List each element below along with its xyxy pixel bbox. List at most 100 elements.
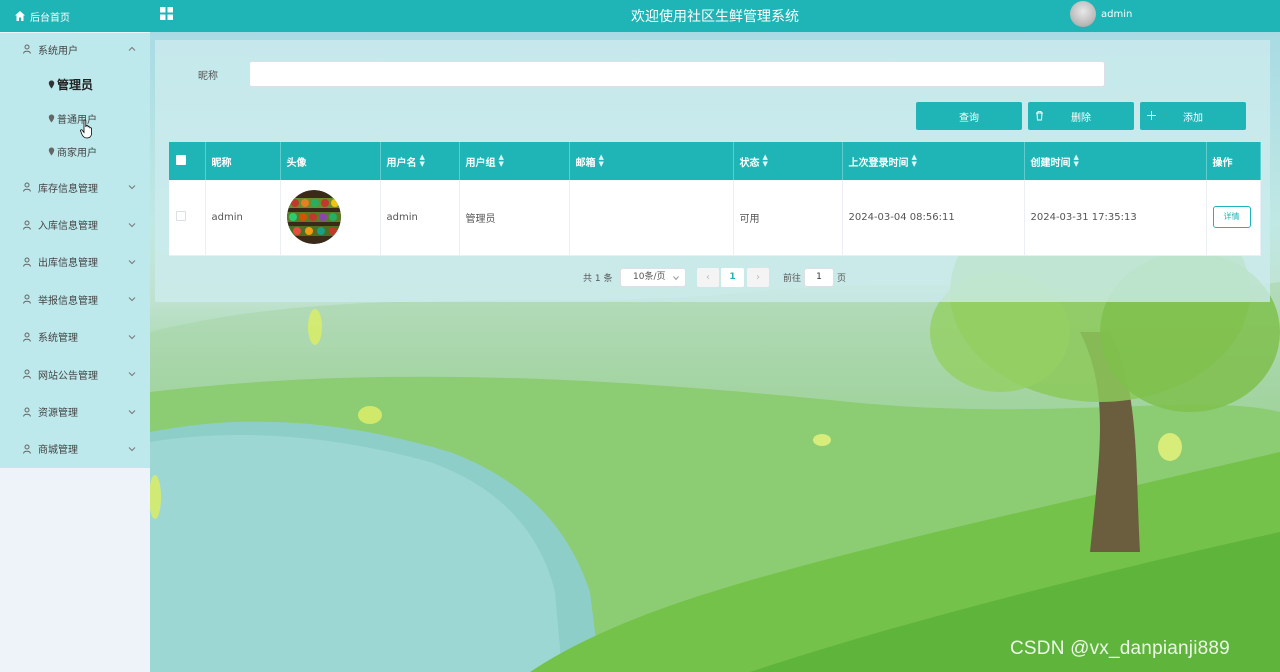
sort-icon[interactable]: ▲ ▼ — [912, 153, 917, 168]
sidebar-subitem-normal-user[interactable]: 普通用户 — [0, 102, 150, 136]
detail-button[interactable]: 详情 — [1212, 206, 1251, 229]
cell-email — [569, 180, 734, 256]
home-icon — [15, 11, 25, 21]
sidebar-item-reports[interactable]: 举报信息管理 — [0, 281, 150, 318]
user-icon — [23, 444, 31, 454]
sidebar-item-system[interactable]: 系统管理 — [0, 318, 150, 355]
chevron-down-icon — [128, 222, 136, 227]
sort-icon[interactable]: ▲ ▼ — [499, 153, 504, 168]
sort-icon[interactable]: ▲ ▼ — [420, 153, 425, 168]
user-icon — [23, 44, 31, 54]
sidebar-item-label: 举报信息管理 — [38, 295, 98, 307]
location-pin-icon — [48, 114, 55, 123]
column-header-email[interactable]: 邮箱▲ ▼ — [569, 142, 734, 180]
table-row: admin admin 管理员 可用 2024-03-04 08:56:11 2… — [169, 180, 1261, 256]
plus-icon — [1147, 111, 1156, 120]
chevron-down-icon — [128, 447, 136, 452]
sidebar-subitem-label: 管理员 — [57, 78, 94, 93]
sidebar-item-label: 资源管理 — [38, 408, 78, 420]
sidebar-item-label: 系统用户 — [38, 45, 78, 57]
query-label: 查询 — [959, 112, 979, 124]
page-suffix-label: 页 — [837, 274, 847, 284]
page-size-value: 10条/页 — [633, 272, 666, 282]
user-icon — [23, 332, 31, 342]
nickname-search-input[interactable] — [249, 61, 1105, 87]
sidebar-item-label: 入库信息管理 — [38, 221, 98, 233]
produce-shelf-image — [286, 190, 341, 245]
sidebar-subitem-label: 商家用户 — [57, 148, 97, 160]
sidebar-subitem-merchant-user[interactable]: 商家用户 — [0, 135, 150, 169]
column-header-avatar: 头像 — [280, 142, 381, 180]
user-icon — [23, 220, 31, 230]
goto-page-input[interactable]: 1 — [804, 268, 834, 287]
chevron-up-icon — [128, 46, 136, 51]
goto-label: 前往 — [783, 274, 802, 284]
chevron-down-icon — [128, 185, 136, 190]
sort-icon[interactable]: ▲ ▼ — [1074, 153, 1079, 168]
user-icon — [23, 407, 31, 417]
cell-last-login: 2024-03-04 08:56:11 — [842, 180, 1025, 256]
sort-icon[interactable]: ▲ ▼ — [763, 153, 768, 168]
sidebar-item-stock-out[interactable]: 出库信息管理 — [0, 243, 150, 280]
row-select-cell[interactable] — [169, 180, 206, 256]
chevron-down-icon — [128, 260, 136, 265]
column-header-actions: 操作 — [1206, 142, 1261, 180]
username-label[interactable]: admin — [1101, 9, 1132, 20]
delete-button[interactable]: 删除 — [1028, 102, 1134, 130]
location-pin-icon — [48, 147, 55, 156]
prev-page-button[interactable]: ‹ — [697, 268, 719, 287]
sidebar-home[interactable]: 后台首页 — [0, 0, 150, 32]
sidebar-item-label: 库存信息管理 — [38, 183, 98, 195]
column-header-username[interactable]: 用户名▲ ▼ — [380, 142, 460, 180]
sidebar-menu: 系统用户 管理员 普通用户 商家用户 库存信息管理 入库信息管理 出库信息管理 — [0, 33, 150, 468]
column-header-nickname: 昵称 — [205, 142, 281, 180]
cell-status: 可用 — [733, 180, 843, 256]
cell-nickname: admin — [205, 180, 281, 256]
sidebar-item-stock-in[interactable]: 入库信息管理 — [0, 206, 150, 243]
user-avatar[interactable] — [1070, 1, 1096, 27]
row-checkbox[interactable] — [176, 210, 186, 221]
query-button[interactable]: 查询 — [916, 102, 1022, 130]
sidebar-item-resources[interactable]: 资源管理 — [0, 393, 150, 430]
sidebar-item-label: 网站公告管理 — [38, 370, 98, 382]
nickname-label: 昵称 — [198, 71, 218, 82]
delete-label: 删除 — [1071, 112, 1091, 124]
watermark-text: CSDN @vx_danpianji889 — [1010, 638, 1230, 659]
select-all-checkbox[interactable] — [176, 154, 186, 165]
add-label: 添加 — [1183, 112, 1203, 124]
add-button[interactable]: 添加 — [1140, 102, 1246, 130]
select-all-cell[interactable] — [169, 142, 206, 180]
chevron-down-icon — [673, 276, 679, 281]
sidebar-subitem-admin[interactable]: 管理员 — [0, 68, 150, 102]
chevron-down-icon — [128, 372, 136, 377]
column-header-status[interactable]: 状态▲ ▼ — [733, 142, 843, 180]
cell-group: 管理员 — [459, 180, 570, 256]
sort-icon[interactable]: ▲ ▼ — [599, 153, 604, 168]
column-header-created[interactable]: 创建时间▲ ▼ — [1024, 142, 1207, 180]
sidebar-item-label: 系统管理 — [38, 333, 78, 345]
sidebar: 后台首页 系统用户 管理员 普通用户 商家用户 库存信息管理 入库信息管理 出库… — [0, 0, 150, 672]
sidebar-item-announcements[interactable]: 网站公告管理 — [0, 355, 150, 392]
table-header-row: 昵称 头像 用户名▲ ▼ 用户组▲ ▼ 邮箱▲ ▼ 状态▲ ▼ 上次登录时间▲ ▼ 创建时… — [169, 142, 1261, 180]
column-header-group[interactable]: 用户组▲ ▼ — [459, 142, 570, 180]
sidebar-item-inventory[interactable]: 库存信息管理 — [0, 169, 150, 206]
users-table: 昵称 头像 用户名▲ ▼ 用户组▲ ▼ 邮箱▲ ▼ 状态▲ ▼ 上次登录时间▲ ▼ 创建时… — [169, 142, 1261, 256]
top-header: 欢迎使用社区生鲜管理系统 admin — [150, 0, 1280, 32]
sidebar-item-system-users[interactable]: 系统用户 — [0, 33, 150, 65]
trash-icon — [1036, 111, 1043, 121]
user-icon — [23, 257, 31, 267]
column-header-last-login[interactable]: 上次登录时间▲ ▼ — [842, 142, 1025, 180]
user-icon — [23, 182, 31, 192]
cell-actions: 详情 — [1206, 180, 1261, 256]
sidebar-item-label: 商城管理 — [38, 445, 78, 457]
page-size-select[interactable]: 10条/页 — [620, 268, 686, 287]
next-page-button[interactable]: › — [747, 268, 769, 287]
cell-username: admin — [380, 180, 460, 256]
current-page-number[interactable]: 1 — [721, 268, 744, 287]
user-icon — [23, 369, 31, 379]
sidebar-item-mall[interactable]: 商城管理 — [0, 430, 150, 467]
user-icon — [23, 294, 31, 305]
chevron-down-icon — [128, 334, 136, 339]
sidebar-item-label: 出库信息管理 — [38, 258, 98, 270]
pagination-total: 共 1 条 — [583, 274, 613, 284]
